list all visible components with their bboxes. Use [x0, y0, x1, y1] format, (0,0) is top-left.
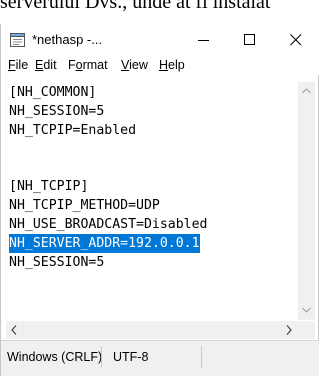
menu-help[interactable]: Help [159, 58, 185, 72]
status-encoding: UTF-8 [113, 350, 149, 364]
menu-view-label: iew [129, 58, 148, 72]
menu-file-mnemonic: F [8, 58, 16, 72]
background-text: serverului Dvs., unde at fi instalat [0, 0, 271, 13]
scroll-down-icon[interactable] [302, 307, 311, 313]
notepad-app-icon [10, 33, 25, 47]
close-icon [290, 34, 302, 46]
title-bar[interactable]: *nethasp -... [1, 24, 319, 56]
editor-line: NH_TCPIP=Enabled [9, 123, 137, 138]
menu-view[interactable]: View [121, 58, 148, 72]
menu-edit[interactable]: Edit [35, 58, 57, 72]
menu-format[interactable]: Format [68, 58, 108, 72]
minimize-button[interactable] [181, 24, 227, 56]
minimize-icon [198, 40, 209, 41]
menu-help-label: elp [168, 58, 185, 72]
editor-line: NH_TCPIP_METHOD=UDP [9, 198, 160, 213]
menu-help-mnemonic: H [159, 58, 169, 72]
editor-line: NH_USE_BROADCAST=Disabled [9, 217, 208, 232]
menu-file[interactable]: File [8, 58, 28, 72]
background-document: serverului Dvs., unde at fi instalat [0, 0, 329, 24]
status-separator [101, 346, 102, 368]
scrollbar-corner [298, 321, 315, 339]
maximize-button[interactable] [227, 24, 273, 56]
editor-line: NH_SESSION=5 [9, 255, 105, 270]
editor-line: [NH_COMMON] [9, 85, 97, 100]
status-bar: Windows (CRLF) UTF-8 [1, 340, 319, 376]
editor-line: NH_SESSION=5 [9, 104, 105, 119]
vertical-scrollbar[interactable] [298, 82, 315, 320]
horizontal-scrollbar[interactable] [6, 321, 298, 339]
status-line-ending: Windows (CRLF) [7, 350, 103, 364]
editor-line: [NH_TCPIP] [9, 179, 89, 194]
text-editor[interactable]: [NH_COMMON] NH_SESSION=5 NH_TCPIP=Enable… [6, 82, 297, 320]
scroll-left-icon[interactable] [11, 325, 17, 335]
menu-view-mnemonic: V [121, 58, 130, 72]
close-button[interactable] [273, 24, 319, 56]
menu-format-label: rmat [82, 58, 108, 72]
menu-bar: File Edit Format View Help [1, 56, 319, 75]
notepad-window: *nethasp -... File Edit Format View Help… [0, 24, 319, 376]
window-title: *nethasp -... [32, 32, 103, 47]
scroll-up-icon[interactable] [302, 88, 311, 94]
maximize-icon [244, 34, 255, 45]
menu-format-prefix: F [68, 58, 76, 72]
editor-line-selected: NH_SERVER_ADDR=192.0.0.1 [9, 234, 200, 253]
status-separator [201, 346, 202, 368]
menu-edit-label: dit [43, 58, 57, 72]
menu-format-mnemonic: o [75, 58, 83, 72]
scroll-right-icon[interactable] [286, 325, 292, 335]
menu-file-label: ile [15, 58, 29, 72]
